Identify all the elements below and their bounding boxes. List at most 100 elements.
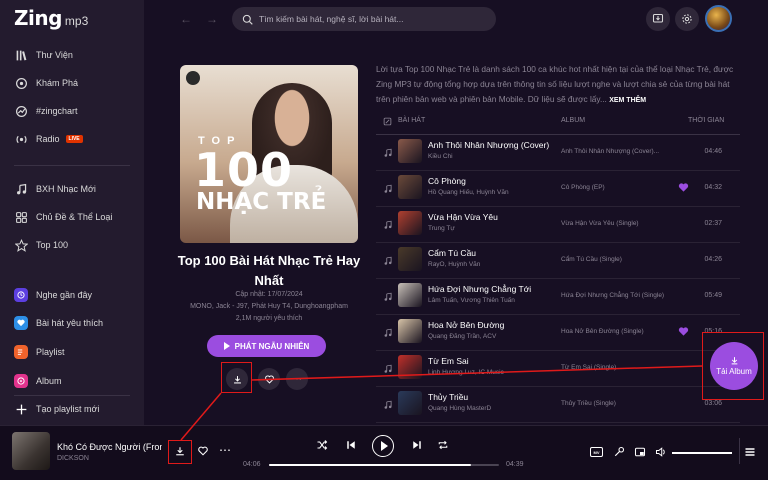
settings-button[interactable] xyxy=(675,7,699,31)
song-album[interactable]: Thủy Triều (Single) xyxy=(561,400,616,407)
table-row[interactable]: Cô Phòng Hồ Quang Hiếu, Huỳnh Văn Cô Phòng… xyxy=(376,171,740,207)
song-album[interactable]: Cô Phòng (EP) xyxy=(561,184,605,191)
lyrics-button[interactable] xyxy=(613,446,625,458)
song-artist[interactable]: RayO, Huỳnh Văn xyxy=(428,261,480,268)
song-album[interactable]: Anh Thôi Nhân Nhượng (Cover)... xyxy=(561,148,659,155)
desktop-download-icon xyxy=(652,13,664,23)
song-album[interactable]: Cẩm Tú Cầu (Single) xyxy=(561,256,622,263)
now-playing-artist[interactable]: DICKSON xyxy=(57,455,89,462)
player-more-button[interactable]: ⋯ xyxy=(219,443,231,457)
shuffle-play-button[interactable]: PHÁT NGẪU NHIÊN xyxy=(207,335,326,357)
table-row[interactable]: Thủy Triều Quang Hùng MasterD Thủy Triều (… xyxy=(376,387,740,423)
album-cover: TOP 100 NHẠC TRẺ xyxy=(180,65,358,243)
song-album[interactable]: Vừa Hận Vừa Yêu (Single) xyxy=(561,220,639,227)
progress-bar[interactable] xyxy=(269,464,499,466)
mv-button[interactable]: MV xyxy=(590,447,603,457)
table-row[interactable]: Hoa Nở Bên Đường Quang Đăng Trần, ACV Hoa … xyxy=(376,315,740,351)
repeat-button[interactable] xyxy=(437,439,449,451)
sidebar-item-radio[interactable]: Radio LIVE xyxy=(0,125,144,153)
liked-heart-icon[interactable] xyxy=(678,182,689,193)
chart-icon xyxy=(14,104,28,118)
zing-logo[interactable]: Zing mp3 xyxy=(14,6,88,30)
sidebar: Zing mp3 Thư Viện Khám Phá #zingchart Ra… xyxy=(0,0,144,425)
table-row[interactable]: Vừa Hận Vừa Yêu Trung Tự Vừa Hận Vừa Yêu (… xyxy=(376,207,740,243)
now-playing-title[interactable]: Khó Có Được Người (From xyxy=(57,442,162,452)
song-thumbnail[interactable] xyxy=(398,211,422,235)
song-duration: 04:26 xyxy=(704,256,722,263)
song-artist[interactable]: Quang Đăng Trần, ACV xyxy=(428,333,496,340)
song-name[interactable]: Anh Thôi Nhân Nhượng (Cover) xyxy=(428,140,549,150)
song-thumbnail[interactable] xyxy=(398,139,422,163)
song-album[interactable]: Hoa Nở Bên Đường (Single) xyxy=(561,328,644,335)
shuffle-button[interactable] xyxy=(316,439,328,451)
queue-icon xyxy=(745,448,755,456)
song-name[interactable]: Cẩm Tú Cầu xyxy=(428,248,476,258)
song-name[interactable]: Thủy Triều xyxy=(428,392,468,402)
previous-button[interactable] xyxy=(345,439,357,451)
song-artist[interactable]: Kiều Chi xyxy=(428,153,453,160)
player-like-button[interactable] xyxy=(197,445,209,457)
search-icon xyxy=(242,14,253,25)
sidebar-item-top100[interactable]: Top 100 xyxy=(0,231,144,259)
table-row[interactable]: Hứa Đợi Nhưng Chẳng Tới Lâm Tuấn, Vương T… xyxy=(376,279,740,315)
song-album[interactable]: Hứa Đợi Nhưng Chẳng Tới (Single) xyxy=(561,292,664,299)
liked-heart-icon[interactable] xyxy=(678,326,689,337)
song-album[interactable]: Từ Em Sai (Single) xyxy=(561,364,616,371)
user-avatar[interactable] xyxy=(705,5,732,32)
song-name[interactable]: Vừa Hận Vừa Yêu xyxy=(428,212,498,222)
play-icon xyxy=(223,342,230,350)
sidebar-item-playlist[interactable]: Playlist xyxy=(0,338,144,366)
sidebar-item-favorites[interactable]: Bài hát yêu thích xyxy=(0,309,144,337)
sidebar-item-discover[interactable]: Khám Phá xyxy=(0,69,144,97)
more-icon: ⋯ xyxy=(292,373,302,385)
song-artist[interactable]: Lâm Tuấn, Vương Thiên Tuấn xyxy=(428,297,515,304)
song-name[interactable]: Từ Em Sai xyxy=(428,356,469,366)
create-playlist-button[interactable]: Tạo playlist mới xyxy=(0,395,144,423)
sidebar-item-recent[interactable]: Nghe gần đây xyxy=(0,281,144,309)
star-icon xyxy=(14,238,28,252)
mini-player-button[interactable] xyxy=(634,446,646,458)
sidebar-item-album[interactable]: Album xyxy=(0,367,144,395)
volume-button[interactable] xyxy=(655,446,667,458)
back-arrow-icon[interactable]: ← xyxy=(180,12,192,26)
song-thumbnail[interactable] xyxy=(398,355,422,379)
song-thumbnail[interactable] xyxy=(398,175,422,199)
song-name[interactable]: Cô Phòng xyxy=(428,176,466,186)
now-playing-thumbnail[interactable] xyxy=(12,432,50,470)
song-artist[interactable]: Quang Hùng MasterD xyxy=(428,405,491,412)
sort-icon[interactable] xyxy=(383,117,392,126)
volume-slider[interactable] xyxy=(672,452,732,454)
see-more-link[interactable]: XEM THÊM xyxy=(609,97,646,104)
song-thumbnail[interactable] xyxy=(398,283,422,307)
search-bar[interactable] xyxy=(232,7,496,31)
sidebar-item-categories[interactable]: Chủ Đề & Thể Loại xyxy=(0,203,144,231)
sidebar-item-label: Nghe gần đây xyxy=(36,290,93,300)
song-thumbnail[interactable] xyxy=(398,319,422,343)
album-likes: 2,1M người yêu thích xyxy=(235,315,303,322)
table-row[interactable]: Cẩm Tú Cầu RayO, Huỳnh Văn Cẩm Tú Cầu (Sin… xyxy=(376,243,740,279)
sidebar-item-new-chart[interactable]: BXH Nhạc Mới xyxy=(0,175,144,203)
song-name[interactable]: Hoa Nở Bên Đường xyxy=(428,320,504,330)
table-row[interactable]: Từ Em Sai Linh Hương Luz, IC Music Từ Em S… xyxy=(376,351,740,387)
album-like-button[interactable] xyxy=(258,368,280,390)
album-more-button[interactable]: ⋯ xyxy=(286,368,308,390)
sidebar-item-label: Bài hát yêu thích xyxy=(36,318,104,328)
song-thumbnail[interactable] xyxy=(398,391,422,415)
current-time: 04:06 xyxy=(243,461,261,468)
table-row[interactable]: Anh Thôi Nhân Nhượng (Cover) Kiều Chi Anh … xyxy=(376,135,740,171)
sidebar-item-zingchart[interactable]: #zingchart xyxy=(0,97,144,125)
search-input[interactable] xyxy=(259,14,489,24)
album-artists[interactable]: MONO, Jack - J97, Phát Huy T4, Dunghoang… xyxy=(172,303,366,310)
next-button[interactable] xyxy=(411,439,423,451)
song-name[interactable]: Hứa Đợi Nhưng Chẳng Tới xyxy=(428,284,531,294)
play-pause-button[interactable] xyxy=(372,435,394,457)
song-artist[interactable]: Linh Hương Luz, IC Music xyxy=(428,369,504,376)
forward-arrow-icon[interactable]: → xyxy=(206,12,218,26)
song-thumbnail[interactable] xyxy=(398,247,422,271)
play-icon xyxy=(380,441,388,451)
queue-button[interactable] xyxy=(744,446,756,458)
download-app-button[interactable] xyxy=(646,7,670,31)
song-artist[interactable]: Trung Tự xyxy=(428,225,455,232)
sidebar-item-library[interactable]: Thư Viện xyxy=(0,41,144,69)
song-artist[interactable]: Hồ Quang Hiếu, Huỳnh Văn xyxy=(428,189,509,196)
